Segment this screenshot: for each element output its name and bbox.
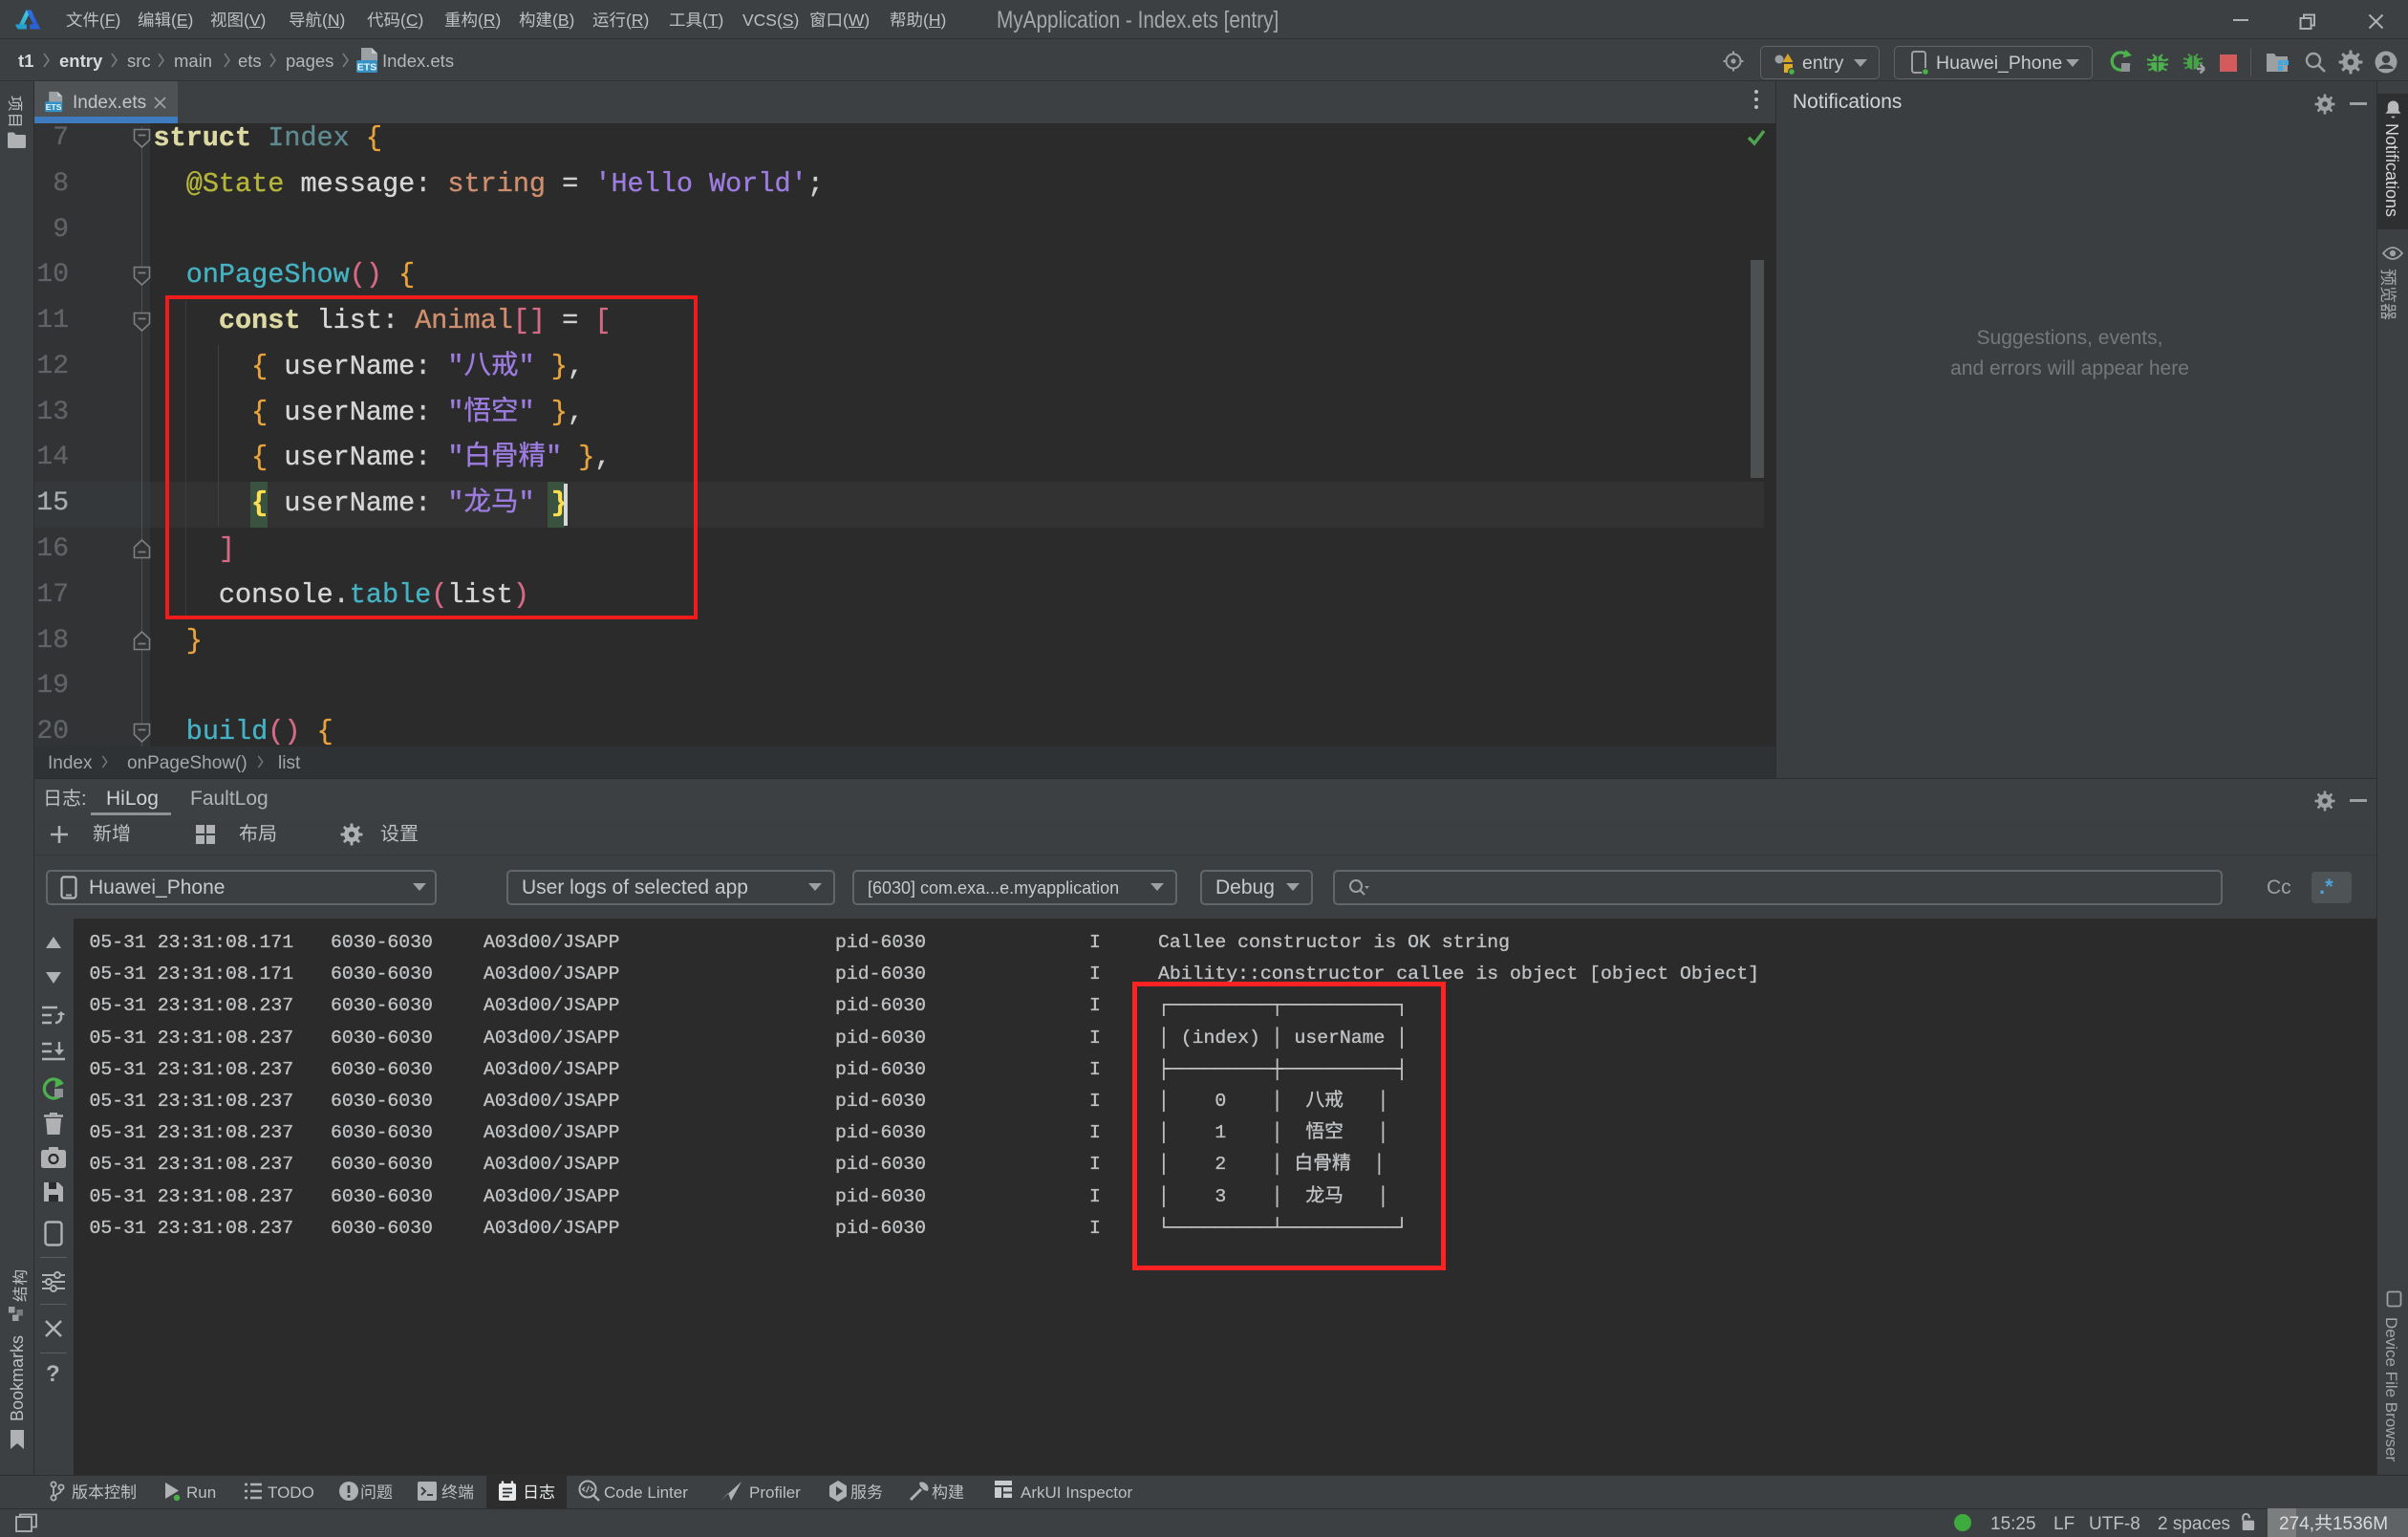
svg-text:ETS: ETS (357, 62, 376, 74)
svg-text:ETS: ETS (46, 102, 62, 112)
